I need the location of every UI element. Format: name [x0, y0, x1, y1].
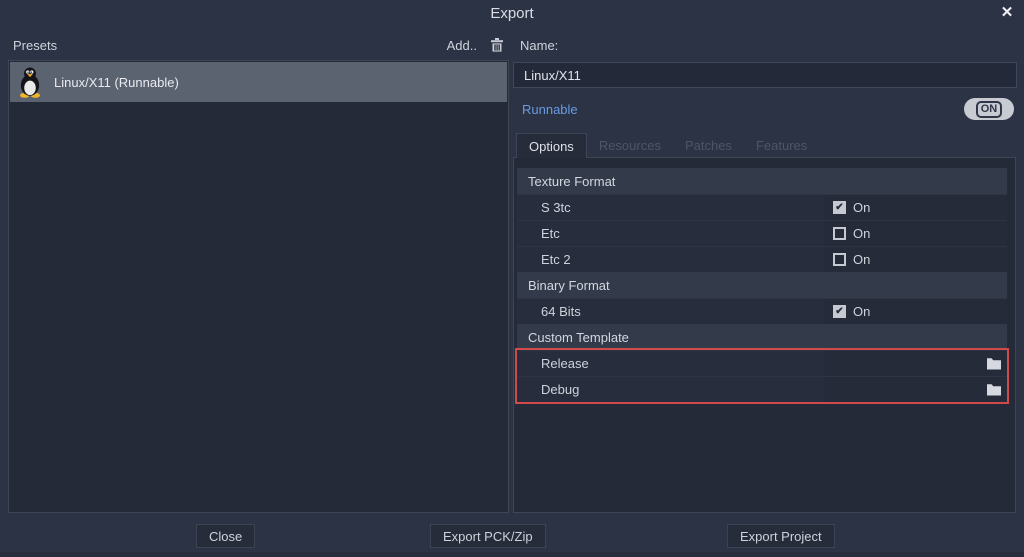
- section-header-custom-template: Custom Template: [517, 324, 1007, 350]
- checkbox-caption: On: [853, 226, 870, 241]
- option-label: Etc: [517, 221, 825, 246]
- folder-icon[interactable]: [986, 357, 1002, 370]
- option-label: 64 Bits: [517, 299, 825, 324]
- section-header-binary-format: Binary Format: [517, 272, 1007, 298]
- checkbox-caption: On: [853, 200, 870, 215]
- name-input-value: Linux/X11: [524, 68, 581, 83]
- debug-path-field[interactable]: [825, 377, 1007, 402]
- tab-patches[interactable]: Patches: [673, 133, 744, 158]
- option-row-debug: Debug: [517, 376, 1007, 402]
- name-label: Name:: [520, 38, 558, 53]
- tab-bar: Options Resources Patches Features: [516, 133, 819, 158]
- folder-icon[interactable]: [986, 383, 1002, 396]
- option-row-64bits: 64 Bits ✔ On: [517, 298, 1007, 324]
- runnable-toggle-state: ON: [976, 101, 1003, 118]
- section-header-texture-format: Texture Format: [517, 168, 1007, 194]
- runnable-row: Runnable ON: [522, 97, 1014, 121]
- runnable-label[interactable]: Runnable: [522, 102, 578, 117]
- close-icon[interactable]: ✕: [998, 3, 1016, 21]
- option-row-etc: Etc On: [517, 220, 1007, 246]
- checkbox-64bits[interactable]: ✔: [833, 305, 846, 318]
- presets-list: Linux/X11 (Runnable): [8, 60, 509, 513]
- option-row-s3tc: S 3tc ✔ On: [517, 194, 1007, 220]
- checkbox-etc2[interactable]: [833, 253, 846, 266]
- close-button[interactable]: Close: [196, 524, 255, 548]
- linux-tux-icon: [17, 66, 43, 98]
- checkbox-caption: On: [853, 252, 870, 267]
- option-row-etc2: Etc 2 On: [517, 246, 1007, 272]
- option-label: S 3tc: [517, 195, 825, 220]
- release-path-field[interactable]: [825, 351, 1007, 376]
- checkbox-s3tc[interactable]: ✔: [833, 201, 846, 214]
- name-input[interactable]: Linux/X11: [513, 62, 1017, 88]
- tab-features[interactable]: Features: [744, 133, 819, 158]
- presets-label: Presets: [13, 38, 57, 53]
- option-label: Etc 2: [517, 247, 825, 272]
- checkbox-etc[interactable]: [833, 227, 846, 240]
- preset-item-label: Linux/X11 (Runnable): [54, 75, 179, 90]
- preset-item-linux-x11[interactable]: Linux/X11 (Runnable): [10, 62, 507, 102]
- delete-preset-icon[interactable]: [489, 37, 505, 53]
- option-label: Debug: [517, 377, 825, 402]
- custom-template-error-highlight: Release Debug: [515, 348, 1009, 404]
- option-label: Release: [517, 351, 825, 376]
- export-project-button[interactable]: Export Project: [727, 524, 835, 548]
- add-preset-button[interactable]: Add..: [447, 38, 477, 53]
- tab-options[interactable]: Options: [516, 133, 587, 158]
- presets-header: Presets Add..: [13, 36, 505, 54]
- options-panel: Texture Format S 3tc ✔ On Etc On Etc 2 O…: [513, 157, 1016, 513]
- option-row-release: Release: [517, 350, 1007, 376]
- runnable-toggle[interactable]: ON: [964, 98, 1014, 120]
- window-bottom-edge: [0, 552, 1024, 557]
- tab-resources[interactable]: Resources: [587, 133, 673, 158]
- export-pck-zip-button[interactable]: Export PCK/Zip: [430, 524, 546, 548]
- dialog-title: Export: [0, 5, 1024, 22]
- checkbox-caption: On: [853, 304, 870, 319]
